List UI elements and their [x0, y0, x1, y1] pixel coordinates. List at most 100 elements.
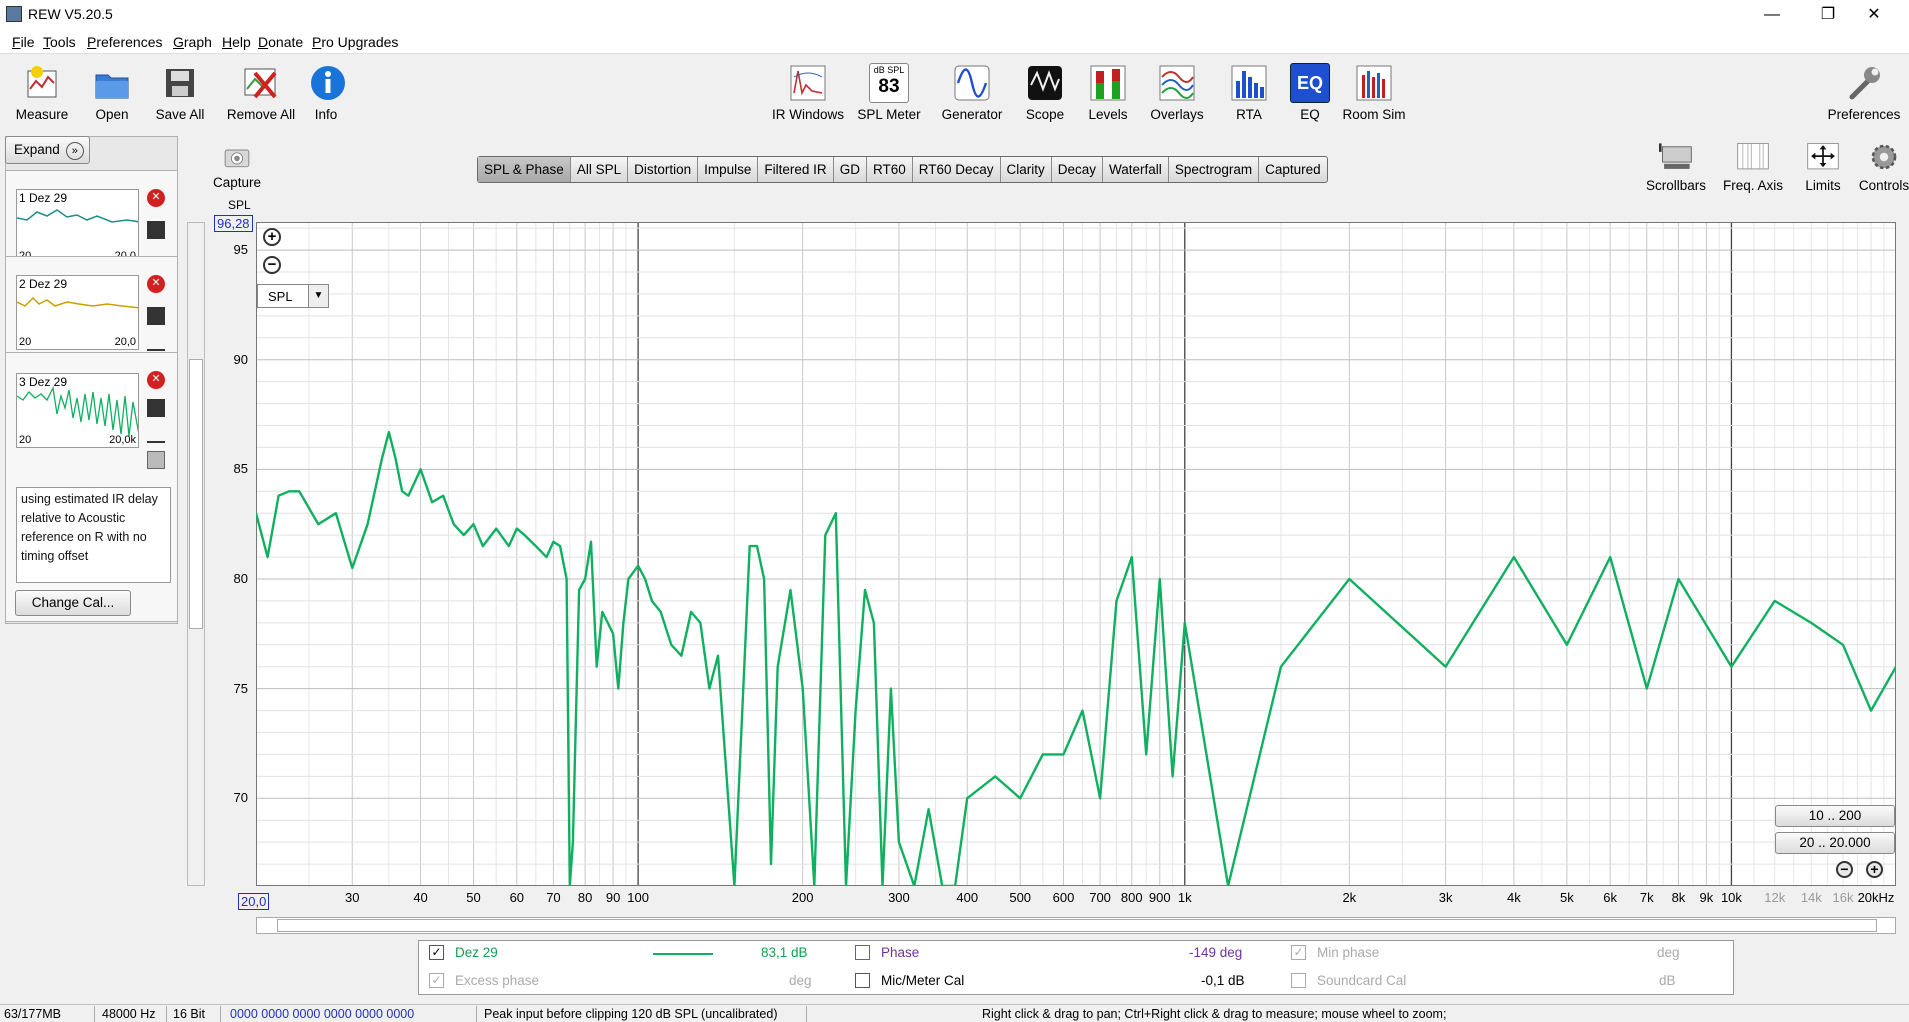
controls-button[interactable]: Controls [1858, 140, 1909, 193]
levels-icon [1090, 65, 1126, 101]
menu-donate[interactable]: Donate [258, 34, 303, 50]
zoom-out-icon[interactable]: − [263, 256, 281, 274]
chevron-down-icon: ▼ [308, 285, 328, 307]
preferences-button[interactable]: Preferences [1826, 63, 1902, 122]
save-measurement-icon[interactable] [147, 307, 165, 325]
mic-cal-checkbox[interactable] [855, 973, 870, 988]
phase-value: -149 deg [1189, 945, 1243, 960]
tab-all-spl[interactable]: All SPL [571, 157, 629, 182]
tab-gd[interactable]: GD [834, 157, 867, 182]
measurement-thumbnail[interactable]: 1Dez 29 2020,0 [16, 189, 139, 264]
menu-pro-upgrades[interactable]: Pro Upgrades [312, 34, 398, 50]
overlays-button[interactable]: Overlays [1148, 63, 1206, 122]
zoom-in-icon[interactable]: + [263, 228, 281, 246]
bit-display: 0000 0000 0000 0000 0000 0000 [230, 1007, 415, 1021]
maximize-button[interactable]: ❐ [1805, 0, 1851, 30]
scope-button[interactable]: Scope [1025, 63, 1065, 122]
x-tick-label: 100 [627, 890, 649, 905]
measurement-thumbnail[interactable]: 3 Dez 29 20 20,0k [16, 373, 139, 448]
capture-button[interactable]: Capture [210, 143, 264, 190]
excess-phase-label: Excess phase [455, 973, 540, 988]
remove-measurement-icon[interactable]: ✕ [147, 275, 165, 293]
horizontal-scrollbar[interactable] [256, 917, 1896, 934]
horizontal-scroll-thumb[interactable] [277, 919, 1877, 932]
window-title: REW V5.20.5 [28, 6, 113, 22]
tab-captured[interactable]: Captured [1259, 157, 1327, 182]
min-phase-checkbox[interactable]: ✓ [1291, 945, 1306, 960]
measurement-thumbnail[interactable]: 2 Dez 29 20 20,0 [16, 275, 139, 350]
tab-rt60[interactable]: RT60 [867, 157, 913, 182]
x-zoom-out-icon[interactable]: − [1836, 861, 1853, 878]
zoom-10-200-button[interactable]: 10 .. 200 [1775, 805, 1895, 827]
menu-help[interactable]: Help [222, 34, 251, 50]
vertical-scrollbar[interactable] [187, 222, 205, 886]
tab-clarity[interactable]: Clarity [1001, 157, 1052, 182]
measurement-card-1[interactable]: 1Dez 29 2020,0 ✕ [5, 170, 178, 270]
excess-phase-checkbox[interactable]: ✓ [429, 973, 444, 988]
change-cal-button[interactable]: Change Cal... [15, 590, 131, 616]
x-zoom-in-icon[interactable]: + [1866, 861, 1883, 878]
close-button[interactable]: ✕ [1851, 0, 1897, 30]
room-sim-icon [1356, 65, 1392, 101]
folder-icon [95, 74, 129, 99]
save-icon [166, 69, 194, 97]
spl-meter-button[interactable]: dB SPL 83 SPL Meter [857, 63, 921, 122]
levels-button[interactable]: Levels [1086, 63, 1130, 122]
soundcard-cal-checkbox[interactable] [1291, 973, 1306, 988]
series-checkbox[interactable]: ✓ [429, 945, 444, 960]
graph-type-dropdown[interactable]: SPL ▼ [257, 284, 329, 308]
menu-file[interactable]: File [12, 34, 35, 50]
measurement-card-2[interactable]: 2 Dez 29 20 20,0 ✕ [5, 256, 178, 356]
edit-name-icon[interactable] [147, 333, 165, 351]
phase-checkbox[interactable] [855, 945, 870, 960]
edit-name-icon[interactable] [147, 425, 165, 443]
tab-spectrogram[interactable]: Spectrogram [1169, 157, 1260, 182]
tab-spl-phase[interactable]: SPL & Phase [478, 157, 571, 182]
menu-preferences[interactable]: Preferences [87, 34, 163, 50]
x-tick-label: 1k [1177, 890, 1192, 905]
remove-all-button[interactable]: Remove All [224, 63, 298, 122]
eq-button[interactable]: EQ EQ [1290, 63, 1330, 122]
menu-graph[interactable]: Graph [173, 34, 212, 50]
room-sim-button[interactable]: Room Sim [1342, 63, 1406, 122]
remove-measurement-icon[interactable]: ✕ [147, 189, 165, 207]
gear-icon [1871, 144, 1897, 170]
x-tick-label: 50 [466, 890, 481, 905]
tab-impulse[interactable]: Impulse [698, 157, 759, 182]
menu-tools[interactable]: Tools [43, 34, 76, 50]
info-button[interactable]: Info [308, 63, 345, 122]
tab-waterfall[interactable]: Waterfall [1103, 157, 1169, 182]
toolbar: Measure Open Save All Remove All Info IR… [0, 55, 1909, 130]
ir-windows-button[interactable]: IR Windows [772, 63, 844, 122]
x-tick-label: 400 [956, 890, 979, 905]
save-all-button[interactable]: Save All [152, 63, 208, 122]
measure-button[interactable]: Measure [12, 63, 72, 122]
expand-button[interactable]: Expand» [5, 136, 90, 164]
spl-meter-icon: dB SPL 83 [869, 63, 909, 103]
measurement-notes[interactable]: using estimated IR delay relative to Aco… [16, 487, 171, 583]
save-measurement-icon[interactable] [147, 399, 165, 417]
rta-button[interactable]: RTA [1229, 63, 1269, 122]
zoom-20-20000-button[interactable]: 20 .. 20.000 [1775, 832, 1895, 854]
ir-windows-icon [790, 65, 826, 101]
notes-icon[interactable] [147, 451, 165, 469]
save-measurement-icon[interactable] [147, 221, 165, 239]
vertical-scroll-thumb[interactable] [189, 359, 203, 629]
mic-cal-value: -0,1 dB [1201, 973, 1245, 988]
remove-measurement-icon[interactable]: ✕ [147, 371, 165, 389]
generator-button[interactable]: Generator [940, 63, 1004, 122]
minimize-button[interactable]: — [1749, 0, 1795, 30]
tab-decay[interactable]: Decay [1052, 157, 1104, 182]
y-max-value[interactable]: 96,28 [214, 215, 253, 232]
x-min-value[interactable]: 20,0 [238, 893, 270, 910]
scrollbars-button[interactable]: Scrollbars [1644, 140, 1708, 193]
tab-rt60-decay[interactable]: RT60 Decay [913, 157, 1001, 182]
tab-filtered-ir[interactable]: Filtered IR [758, 157, 834, 182]
spl-series-line[interactable] [256, 430, 1896, 886]
limits-button[interactable]: Limits [1800, 140, 1846, 193]
spl-graph[interactable] [256, 222, 1896, 886]
tab-distortion[interactable]: Distortion [628, 157, 699, 182]
open-button[interactable]: Open [90, 63, 134, 122]
freq-axis-button[interactable]: Freq. Axis [1720, 140, 1786, 193]
y-tick-label: 80 [233, 570, 248, 586]
